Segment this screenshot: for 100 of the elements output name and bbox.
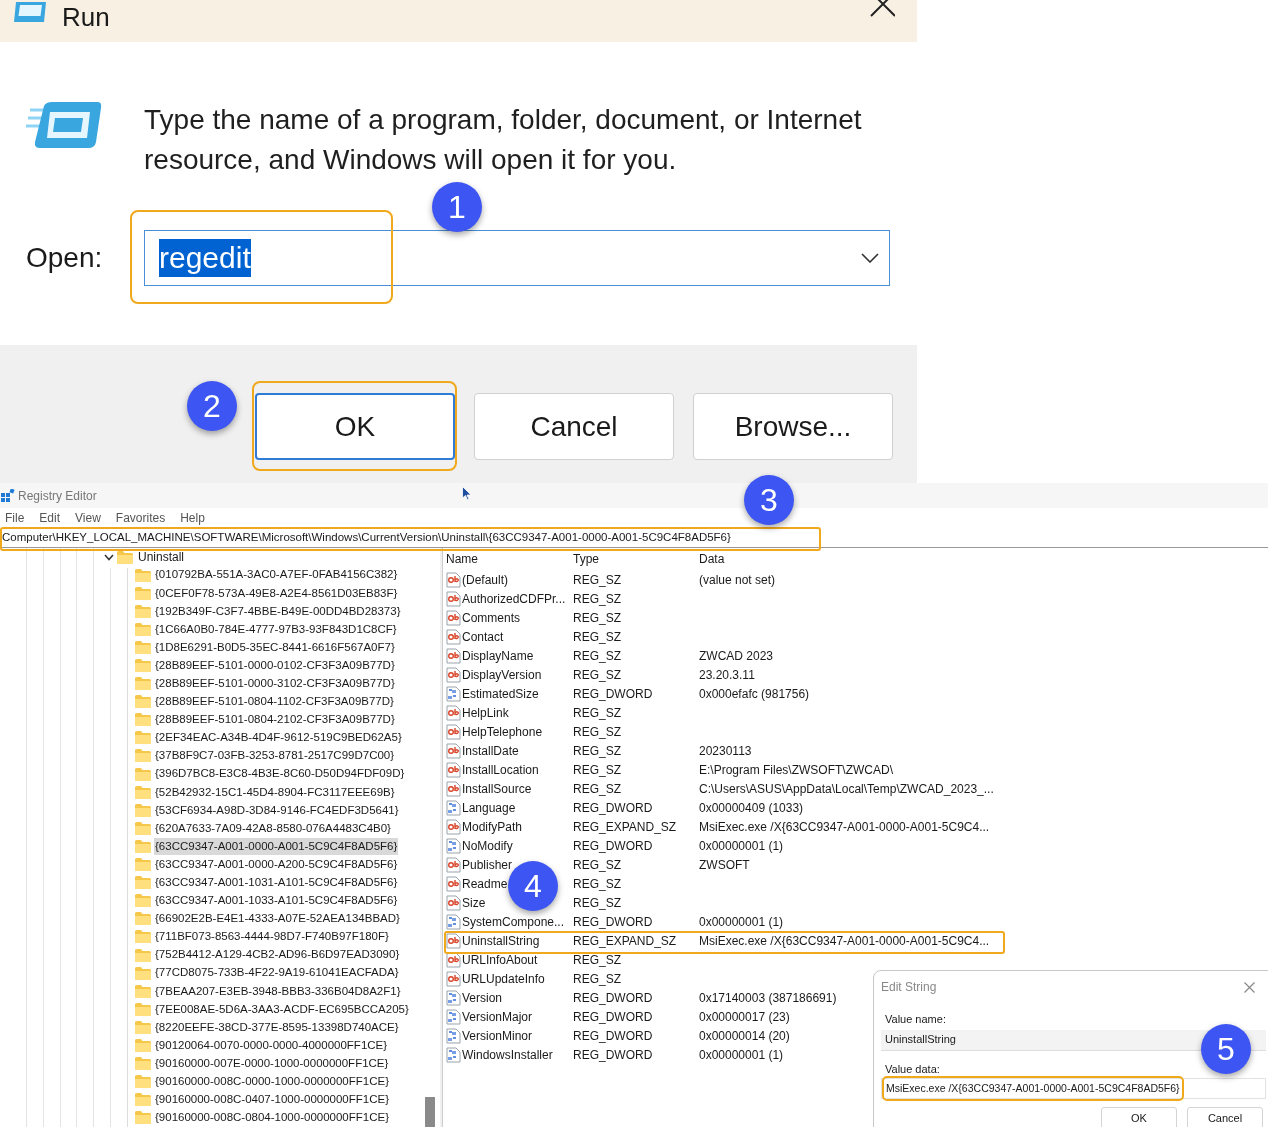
menu-item[interactable]: Edit [39, 509, 61, 527]
value-name[interactable]: UninstallString [462, 931, 540, 950]
chevron-down-icon[interactable] [861, 253, 879, 263]
value-name[interactable]: VersionMinor [462, 1026, 533, 1045]
value-name[interactable]: ModifyPath [462, 817, 523, 836]
column-header[interactable]: Type [573, 550, 699, 568]
value-name[interactable]: Publisher [462, 855, 513, 874]
tree-item[interactable]: {52B42932-15C1-45D4-8904-FC3117EEE69B} [154, 783, 396, 801]
value-name[interactable]: EstimatedSize [462, 684, 539, 703]
value-name[interactable]: Contact [462, 627, 504, 646]
tree-item[interactable]: {90160000-008C-0000-1000-0000000FF1CE} [154, 1073, 390, 1091]
folder-icon [135, 749, 151, 763]
value-type: REG_DWORD [573, 837, 654, 855]
folder-icon [135, 767, 151, 781]
value-data: 23.20.3.11 [699, 666, 755, 684]
value-name[interactable]: SystemCompone... [462, 912, 565, 931]
tree-item[interactable]: {53CF6934-A98D-3D84-9146-FC4EDF3D5641} [154, 801, 400, 819]
value-name[interactable]: Comments [462, 608, 520, 627]
close-icon[interactable] [869, 0, 895, 18]
value-type: REG_SZ [573, 856, 622, 874]
tree-item[interactable]: {0CEF0F78-573A-49E8-A2E4-8561D03EB83F} [154, 584, 399, 602]
dialog-button[interactable]: Cancel [474, 393, 674, 460]
value-name[interactable]: HelpTelephone [462, 722, 543, 741]
value-name[interactable]: Readme [462, 874, 508, 893]
menu-item[interactable]: File [5, 509, 25, 527]
mouse-pointer-icon [462, 486, 472, 501]
input-field[interactable]: regedit [159, 239, 251, 277]
tree-item[interactable]: {28B89EEF-5101-0000-0102-CF3F3A09B77D} [154, 656, 396, 675]
tree-item[interactable]: {90160000-008C-0407-1000-0000000FF1CE} [154, 1091, 390, 1109]
open-combobox[interactable]: regedit [144, 230, 890, 286]
string-value-icon [446, 761, 462, 778]
value-name[interactable]: NoModify [462, 836, 513, 855]
menu-item[interactable]: Favorites [115, 509, 166, 527]
tree-item[interactable]: {63CC9347-A001-0000-A001-5C9C4F8AD5F6} [154, 837, 399, 856]
tree-item[interactable]: {90120064-0070-0000-0000-4000000FF1CE} [154, 1036, 389, 1055]
tree-item[interactable]: {752B4412-A129-4CB2-AD96-B6D97EAD3090} [154, 946, 401, 964]
string-value-icon [446, 875, 462, 892]
tree-item[interactable]: {7BEAA207-E3EB-3948-BBB3-336B04D8A2F1} [154, 982, 402, 1000]
value-name[interactable]: Version [462, 988, 503, 1007]
tree-item[interactable]: {711BF073-8563-4444-98D7-F740B97F180F} [154, 928, 390, 946]
tree-item[interactable]: {396D7BC8-E3C8-4B3E-8C60-D50D94FDF09D} [154, 765, 406, 783]
folder-icon [135, 894, 151, 908]
dialog-button[interactable]: Cancel [1187, 1107, 1263, 1127]
tree-item[interactable]: {1C66A0B0-784E-4777-97B3-93F843D1C8CF} [154, 620, 398, 638]
tree-item[interactable]: {620A7633-7A09-42A8-8580-076A4483C4B0} [154, 819, 392, 837]
value-name[interactable]: (Default) [462, 570, 508, 589]
column-header[interactable]: Data [699, 550, 1268, 568]
tree-item[interactable]: Uninstall [138, 548, 185, 566]
value-type: REG_SZ [573, 571, 622, 589]
menu-item[interactable]: Help [180, 509, 205, 527]
tree-item[interactable]: {7EE008AE-5D6A-3AA3-ACDF-EC695BCCA205} [154, 1000, 410, 1018]
tree-item[interactable]: {63CC9347-A001-0000-A200-5C9C4F8AD5F6} [154, 855, 399, 874]
value-name[interactable]: DisplayVersion [462, 665, 542, 684]
dialog-button[interactable]: OK [1101, 1107, 1177, 1127]
address-bar[interactable]: Computer\HKEY_LOCAL_MACHINE\SOFTWARE\Microsoft\Windows\CurrentVersion\Uninstall\{63CC9347-A001-0000-A001-5C9C4F8AD5F6} [2, 528, 731, 547]
value-name[interactable]: AuthorizedCDFPr... [462, 589, 566, 608]
binary-value-icon [446, 913, 462, 930]
string-value-icon [446, 932, 462, 949]
value-name[interactable]: URLUpdateInfo [462, 969, 545, 988]
tree-item[interactable]: {63CC9347-A001-1033-A101-5C9C4F8AD5F6} [154, 892, 399, 910]
tree-item[interactable]: {77CD8075-733B-4F22-9A19-61041EACFADA} [154, 964, 400, 982]
value-name[interactable]: Language [462, 798, 516, 817]
tree-item[interactable]: {90160000-008C-0804-1000-0000000FF1CE} [154, 1109, 390, 1127]
dialog-button[interactable]: Browse... [693, 393, 893, 460]
value-name[interactable]: HelpLink [462, 703, 509, 722]
value-name[interactable]: DisplayName [462, 646, 534, 665]
tree-item[interactable]: {28B89EEF-5101-0804-1102-CF3F3A09B77D} [154, 693, 395, 711]
tree-item[interactable]: {8220EEFE-38CD-377E-8595-13398D740ACE} [154, 1018, 400, 1036]
tree-item[interactable]: {37B8F9C7-03FB-3253-8781-2517C99D7C00} [154, 747, 396, 765]
run-icon [26, 100, 102, 150]
tree-item[interactable]: {90160000-007E-0000-1000-0000000FF1CE} [154, 1054, 390, 1073]
value-name[interactable]: InstallDate [462, 741, 519, 760]
tree-item[interactable]: {63CC9347-A001-1031-A101-5C9C4F8AD5F6} [154, 874, 399, 892]
chevron-down-icon[interactable] [104, 553, 114, 561]
folder-icon [135, 568, 151, 582]
tree-item[interactable]: {28B89EEF-5101-0000-3102-CF3F3A09B77D} [154, 675, 396, 693]
menu-item[interactable]: View [75, 509, 101, 527]
dialog-button[interactable]: OK [255, 393, 455, 460]
value-type: REG_SZ [573, 628, 622, 646]
tree-item[interactable]: {192B349F-C3F7-4BBE-B49E-00DD4BD28373} [154, 602, 402, 620]
value-name[interactable]: WindowsInstaller [462, 1045, 553, 1064]
value-data-field[interactable]: MsiExec.exe /X{63CC9347-A001-0000-A001-5C9C4F8AD5F6} [881, 1078, 1266, 1099]
tree-item[interactable]: {1D8E6291-B0D5-35EC-8441-6616F567A0F7} [154, 638, 396, 657]
value-name[interactable]: InstallLocation [462, 760, 539, 779]
value-name[interactable]: URLInfoAbout [462, 950, 538, 969]
tree-item[interactable]: {2EF34EAC-A34B-4D4F-9612-519C9BED62A5} [154, 729, 403, 747]
tree-item[interactable]: {010792BA-551A-3AC0-A7EF-0FAB4156C382} [154, 566, 399, 584]
value-name[interactable]: InstallSource [462, 779, 532, 798]
string-value-icon [446, 704, 462, 721]
value-name[interactable]: Size [462, 893, 486, 912]
column-header[interactable]: Name [446, 550, 573, 568]
tree-item[interactable]: {28B89EEF-5101-0804-2102-CF3F3A09B77D} [154, 711, 396, 729]
value-name[interactable]: VersionMajor [462, 1007, 533, 1026]
folder-icon [135, 1057, 151, 1071]
binary-value-icon [446, 989, 462, 1006]
folder-icon [135, 1075, 151, 1089]
tree-item[interactable]: {66902E2B-E4E1-4333-A07E-52AEA134BBAD} [154, 910, 401, 928]
string-value-icon [446, 628, 462, 645]
value-data: (value not set) [699, 571, 776, 589]
open-label: Open: [26, 241, 104, 275]
